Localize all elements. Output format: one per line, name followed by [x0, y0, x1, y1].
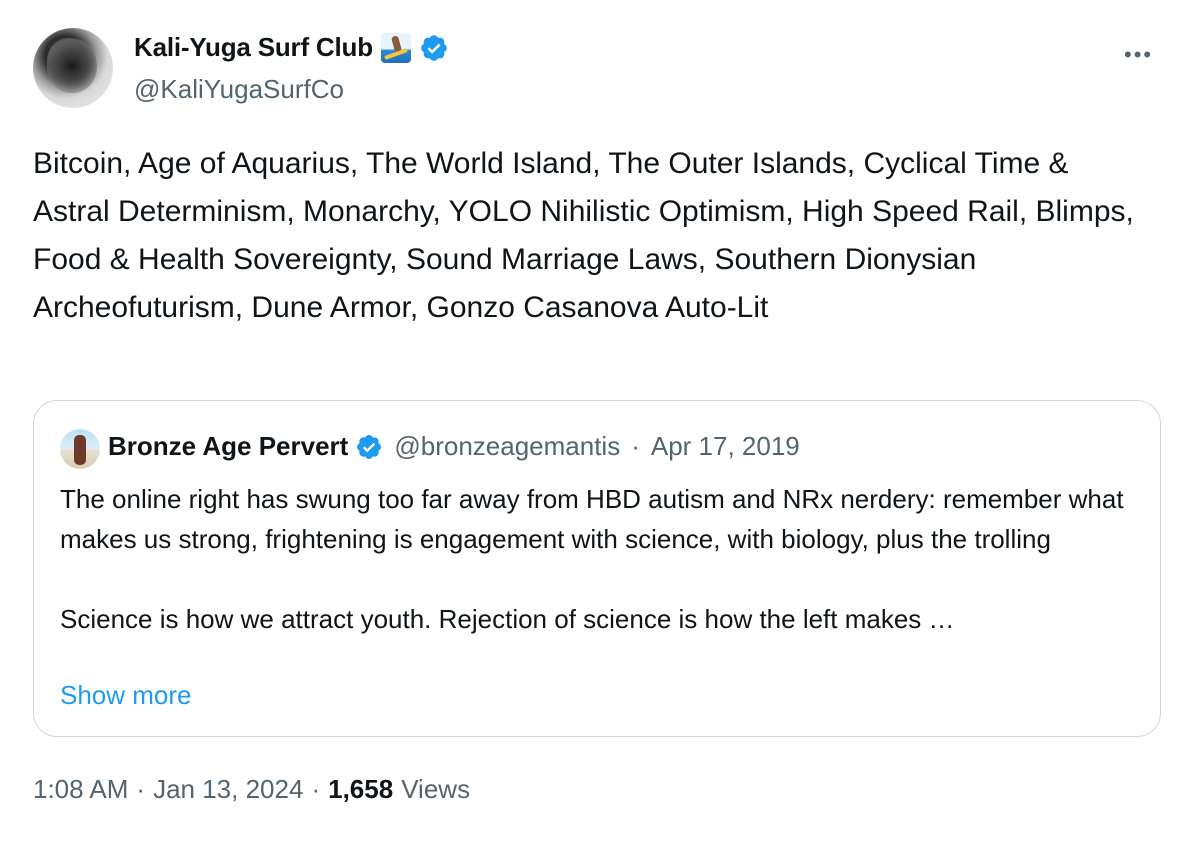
- tweet-footer: 1:08 AM · Jan 13, 2024 · 1,658 Views: [33, 774, 470, 805]
- tweet-date[interactable]: Jan 13, 2024: [153, 774, 303, 805]
- views-label: Views: [401, 774, 471, 804]
- show-more-link[interactable]: Show more: [60, 675, 192, 715]
- author-avatar[interactable]: [33, 28, 113, 108]
- footer-separator: ·: [311, 774, 321, 804]
- author-display-name[interactable]: Kali-Yuga Surf Club: [134, 32, 373, 63]
- views-count: 1,658: [328, 774, 394, 804]
- quoted-tweet-card[interactable]: Bronze Age Pervert @bronzeagemantis · Ap…: [33, 400, 1161, 737]
- tweet-time[interactable]: 1:08 AM: [33, 774, 128, 805]
- quoted-meta-separator: ·: [631, 431, 640, 461]
- verified-badge-icon: [421, 34, 447, 61]
- footer-separator: ·: [136, 774, 146, 804]
- tweet-text: Bitcoin, Age of Aquarius, The World Isla…: [33, 147, 1134, 324]
- quoted-tweet-header: Bronze Age Pervert @bronzeagemantis · Ap…: [108, 431, 800, 462]
- quoted-verified-badge-icon: [357, 434, 382, 459]
- quoted-tweet-text: The online right has swung too far away …: [60, 484, 1124, 634]
- quoted-author-name: Bronze Age Pervert: [108, 431, 349, 461]
- more-options-button[interactable]: •••: [1124, 44, 1153, 66]
- quoted-author-handle: @bronzeagemantis: [394, 431, 621, 461]
- quoted-tweet-date: Apr 17, 2019: [650, 431, 800, 461]
- surfer-emoji-icon: [380, 32, 411, 63]
- quoted-author-avatar: [60, 429, 100, 469]
- author-handle[interactable]: @KaliYugaSurfCo: [134, 74, 344, 105]
- author-name-row: Kali-Yuga Surf Club: [134, 32, 449, 63]
